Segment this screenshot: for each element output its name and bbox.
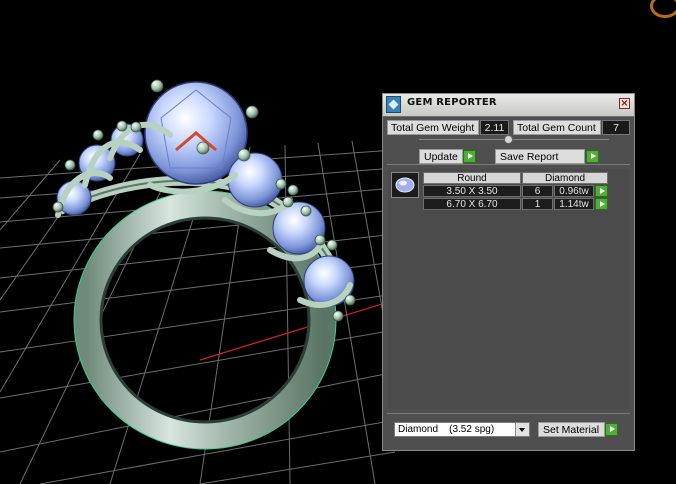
column-header-material: Diamond bbox=[522, 172, 608, 184]
column-header-shape: Round bbox=[423, 172, 521, 184]
set-material-button[interactable]: Set Material bbox=[538, 422, 605, 437]
gem-size: 3.50 X 3.50 bbox=[423, 185, 521, 197]
gem-count: 6 bbox=[522, 185, 553, 197]
collapse-toggle[interactable] bbox=[504, 135, 513, 144]
save-report-go-icon[interactable] bbox=[586, 150, 599, 163]
gem-list[interactable]: Round Diamond 3.50 X 3.50 6 0.96tw 6.70 … bbox=[388, 169, 629, 409]
gem-reporter-app-icon bbox=[386, 96, 401, 113]
gem-weight: 0.96tw bbox=[554, 185, 594, 197]
select-row-go-icon[interactable] bbox=[595, 185, 608, 197]
set-material-go-icon[interactable] bbox=[605, 423, 618, 436]
material-dropdown[interactable]: Diamond (3.52 spg) bbox=[394, 422, 530, 437]
update-go-icon[interactable] bbox=[463, 150, 476, 163]
total-gem-count-label: Total Gem Count bbox=[513, 120, 601, 135]
material-dropdown-value: Diamond (3.52 spg) bbox=[398, 424, 495, 435]
gem-reporter-panel: GEM REPORTER × Total Gem Weight 2.11 Tot… bbox=[382, 93, 635, 451]
panel-title: GEM REPORTER bbox=[407, 97, 497, 108]
divider bbox=[387, 164, 630, 165]
divider bbox=[387, 413, 630, 414]
round-diamond-icon[interactable] bbox=[391, 172, 419, 198]
total-gem-count-value: 7 bbox=[602, 120, 630, 135]
gem-count: 1 bbox=[522, 198, 553, 210]
gem-size: 6.70 X 6.70 bbox=[423, 198, 521, 210]
update-button[interactable]: Update bbox=[419, 149, 463, 164]
gem-weight: 1.14tw bbox=[554, 198, 594, 210]
select-row-go-icon[interactable] bbox=[595, 198, 608, 210]
panel-titlebar[interactable]: GEM REPORTER × bbox=[383, 94, 634, 117]
ring-model[interactable] bbox=[52, 79, 356, 450]
divider bbox=[419, 139, 609, 140]
red-axis bbox=[199, 299, 396, 361]
chevron-down-icon[interactable] bbox=[515, 423, 529, 436]
total-gem-weight-value: 2.11 bbox=[480, 120, 509, 135]
close-button[interactable]: × bbox=[619, 98, 630, 109]
save-report-button[interactable]: Save Report bbox=[495, 149, 585, 164]
total-gem-weight-label: Total Gem Weight bbox=[387, 120, 479, 135]
